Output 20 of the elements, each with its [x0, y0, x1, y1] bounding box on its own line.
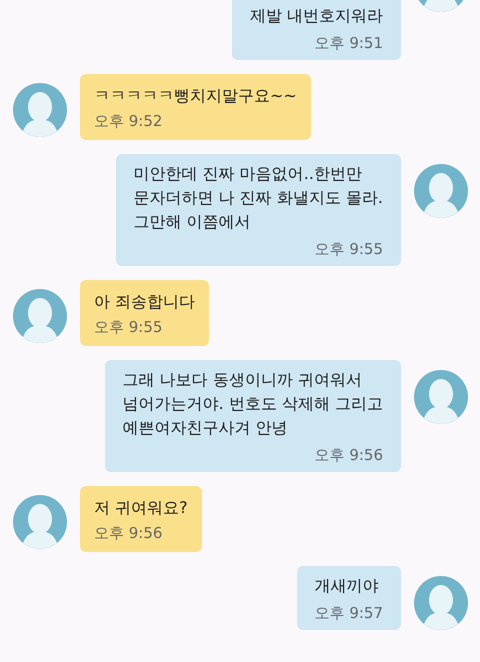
avatar-icon: [13, 289, 67, 343]
message-time: 오후 9:56: [94, 523, 162, 544]
message-text: 개새끼야: [314, 575, 380, 597]
message-time: 오후 9:55: [94, 317, 162, 338]
message-text: 그래 나보다 동생이니까 귀여워서 넘어가는거야. 번호도 삭제해 그리고 예쁜여자친구사겨 안녕: [122, 369, 383, 439]
avatar-icon: [414, 576, 468, 630]
message-time: 오후 9:52: [94, 111, 162, 132]
message-time: 오후 9:56: [314, 445, 383, 466]
message-time: 오후 9:57: [314, 603, 383, 624]
avatar-icon: [414, 370, 468, 424]
avatar-icon: [13, 83, 67, 137]
message-text: ㅋㅋㅋㅋㅋ뻥치지말구요~~: [94, 85, 297, 107]
message-text: 아 죄송합니다: [94, 291, 196, 313]
message-time: 오후 9:51: [314, 33, 383, 54]
avatar-icon: [13, 495, 67, 549]
message-time: 오후 9:55: [314, 239, 383, 260]
avatar-icon: [414, 164, 468, 218]
message-text: 미안한데 진짜 마음없어..한번만 문자더하면 나 진짜 화낼지도 몰라. 그만해 이쯤에서: [134, 163, 383, 233]
message-text: 저 귀여워요?: [94, 497, 188, 519]
message-text: 제발 내번호지워라: [250, 5, 383, 27]
